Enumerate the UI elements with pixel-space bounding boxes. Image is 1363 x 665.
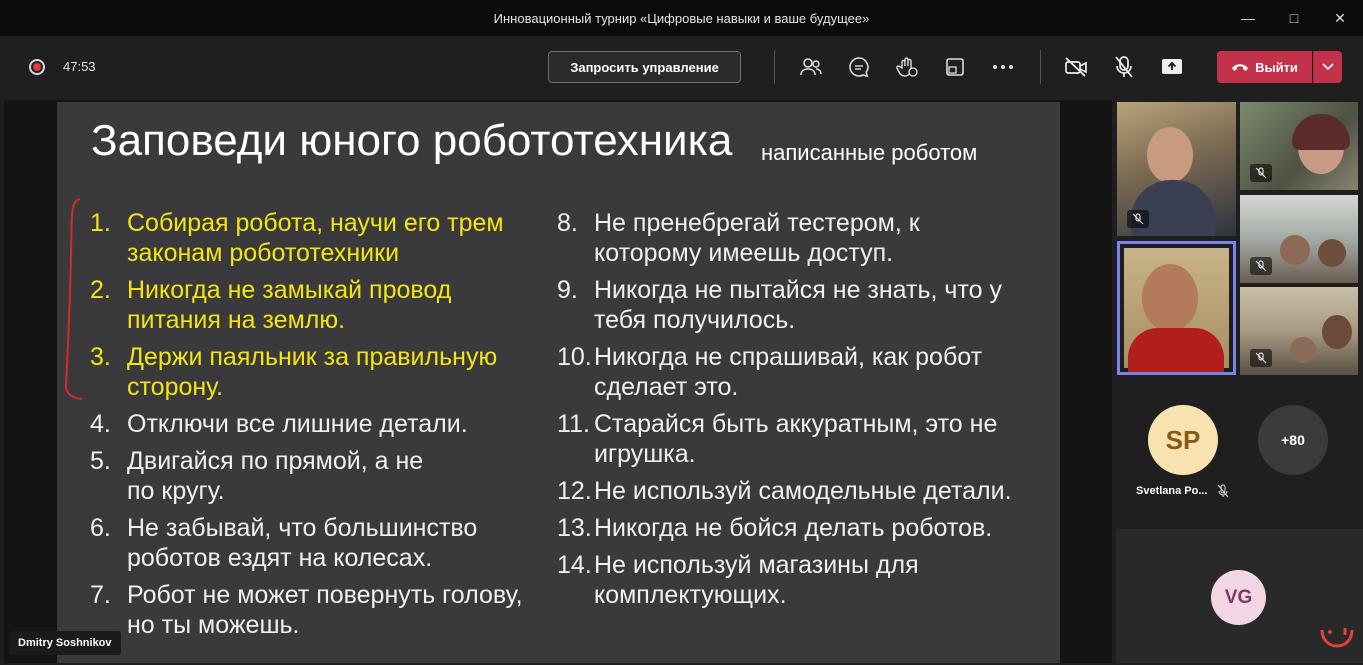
- participant-video-placeholder: [1292, 114, 1350, 150]
- share-tray-icon[interactable]: [941, 53, 969, 81]
- more-participants-badge[interactable]: +80: [1258, 405, 1328, 475]
- list-item: 11. Старайся быть аккуратным, это не игру…: [557, 410, 998, 468]
- reactions-icon[interactable]: [893, 53, 921, 81]
- mic-off-icon: [1250, 349, 1272, 367]
- list-item: 14. Не используй магазины для комплектующ…: [557, 551, 919, 609]
- participants-icon[interactable]: [797, 53, 825, 81]
- maximize-icon[interactable]: □: [1271, 0, 1317, 36]
- reaction-smile-icon: [1318, 624, 1356, 655]
- close-icon[interactable]: ✕: [1317, 0, 1363, 36]
- minimize-icon[interactable]: —: [1225, 0, 1271, 36]
- meeting-timer: 47:53: [63, 59, 96, 74]
- window-controls: — □ ✕: [1225, 0, 1363, 36]
- toolbar-divider: [774, 50, 775, 84]
- share-screen-icon[interactable]: [1158, 53, 1186, 81]
- participant-video-placeholder: [1128, 328, 1224, 372]
- mic-off-icon: [1250, 164, 1272, 182]
- list-item: 10. Никогда не спрашивай, как робот сдела…: [557, 343, 983, 401]
- ink-annotation-bracket: [64, 198, 83, 400]
- rules-list-right: 8. Не пренебрегай тестером, к которому им…: [557, 208, 1027, 617]
- presentation-slide: Заповеди юного робототехника написанные …: [57, 102, 1060, 663]
- mic-off-icon[interactable]: [1110, 53, 1138, 81]
- mic-off-icon: [1250, 257, 1272, 275]
- camera-off-icon[interactable]: [1062, 53, 1090, 81]
- phone-hangup-icon: [1231, 60, 1249, 75]
- list-item: 13. Никогда не бойся делать роботов.: [557, 514, 993, 542]
- list-item: 12. Не используй самодельные детали.: [557, 477, 1012, 505]
- slide-title: Заповеди юного робототехника: [91, 116, 733, 165]
- leave-button[interactable]: Выйти: [1217, 51, 1312, 83]
- list-item: 2. Никогда не замыкай провод питания на з…: [90, 276, 452, 334]
- list-item: 7. Робот не может повернуть голову, но ты…: [90, 581, 523, 639]
- window-title: Инновационный турнир «Цифровые навыки и …: [493, 10, 870, 26]
- list-item: 5. Двигайся по прямой, а не по кругу.: [90, 447, 424, 505]
- participant-video-placeholder: [1322, 315, 1352, 349]
- meeting-toolbar: 47:53 Запросить управление Выйти: [0, 36, 1363, 98]
- video-tile[interactable]: [1240, 195, 1358, 283]
- more-options-icon[interactable]: [989, 53, 1017, 81]
- title-bar: Инновационный турнир «Цифровые навыки и …: [0, 0, 1363, 36]
- avatar[interactable]: SP: [1148, 405, 1218, 475]
- participant-video-placeholder: [1147, 127, 1193, 183]
- mic-off-icon: [1127, 210, 1149, 228]
- list-item: 4. Отключи все лишние детали.: [90, 410, 468, 438]
- participant-name: Svetlana Po...: [1136, 485, 1208, 497]
- mic-off-icon: [1217, 484, 1229, 503]
- leave-label: Выйти: [1255, 59, 1298, 75]
- participant-video-placeholder: [1290, 337, 1316, 363]
- slide-subtitle: написанные роботом: [761, 140, 978, 165]
- video-tile[interactable]: [1117, 102, 1236, 236]
- video-tile-active-speaker[interactable]: [1117, 241, 1236, 375]
- avatar[interactable]: VG: [1211, 570, 1266, 625]
- request-control-button[interactable]: Запросить управление: [548, 51, 741, 83]
- video-tile[interactable]: [1240, 287, 1358, 375]
- list-item: 8. Не пренебрегай тестером, к которому им…: [557, 209, 920, 267]
- leave-options-chevron-icon[interactable]: [1313, 51, 1342, 83]
- chat-icon[interactable]: [845, 53, 873, 81]
- participant-video-placeholder: [1318, 239, 1346, 267]
- recording-icon: [29, 59, 45, 75]
- list-item: 9. Никогда не пытайся не знать, что у теб…: [557, 276, 1002, 334]
- rules-list-left: 1. Собирая робота, научи его трем законам…: [90, 208, 545, 647]
- toolbar-divider: [1040, 50, 1041, 84]
- participant-video-placeholder: [1142, 264, 1198, 332]
- list-item: 3. Держи паяльник за правильную сторону.: [90, 343, 498, 401]
- presenter-name-tag: Dmitry Soshnikov: [9, 631, 121, 655]
- list-item: 6. Не забывай, что большинство роботов ез…: [90, 514, 478, 572]
- participant-video-placeholder: [1280, 235, 1310, 265]
- video-tile[interactable]: [1240, 102, 1358, 190]
- list-item: 1. Собирая робота, научи его трем законам…: [90, 209, 504, 267]
